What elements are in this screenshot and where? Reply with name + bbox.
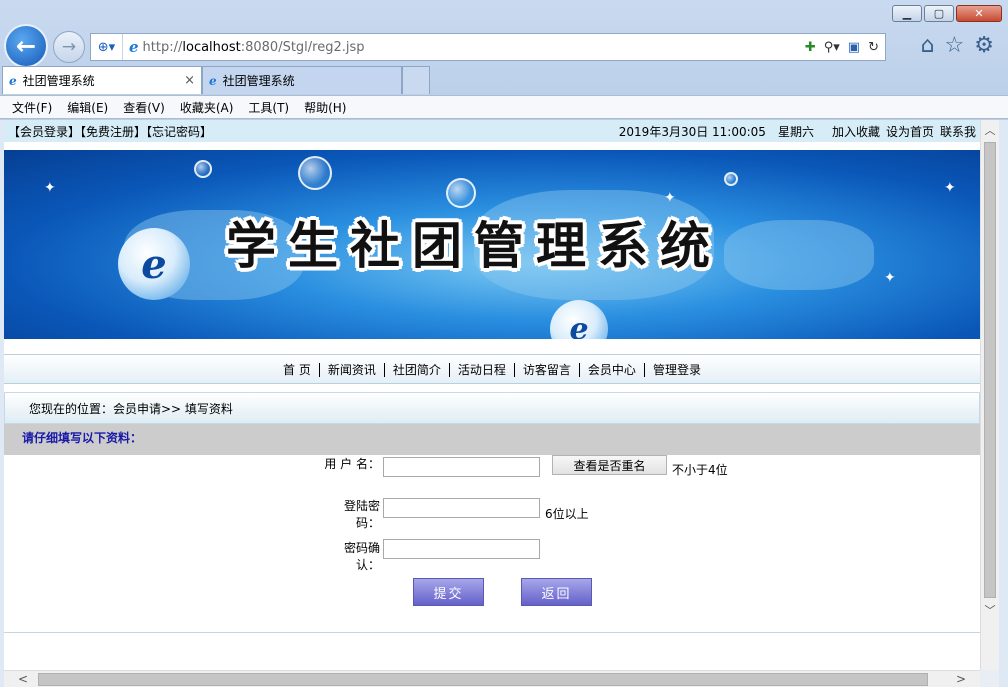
scroll-down-icon[interactable]: ﹀ xyxy=(981,600,999,620)
browser-chrome: ▁ ▢ ✕ ← → ⊕▾ e http://localhost:8080/Stg… xyxy=(0,0,1008,120)
bubble xyxy=(298,156,332,190)
favorites-star-icon[interactable]: ☆ xyxy=(945,33,965,58)
back-button[interactable]: 返回 xyxy=(521,578,592,606)
ie-globe-icon: e xyxy=(550,300,608,339)
page-viewport: 【会员登录】【免费注册】【忘记密码】 2019年3月30日 11:00:05 星… xyxy=(4,120,980,670)
new-tab-button[interactable] xyxy=(402,66,430,94)
set-homepage-link[interactable]: 设为首页 xyxy=(886,123,934,140)
minimize-button[interactable]: ▁ xyxy=(892,5,922,22)
nav-home[interactable]: 首 页 xyxy=(275,363,319,377)
current-datetime: 2019年3月30日 11:00:05 xyxy=(618,124,766,139)
sparkle-icon: ✦ xyxy=(44,180,56,196)
scroll-right-icon[interactable]: > xyxy=(956,672,966,686)
menu-help[interactable]: 帮助(H) xyxy=(304,99,346,116)
ie-tab-icon: e xyxy=(9,73,17,88)
account-links[interactable]: 【会员登录】【免费注册】【忘记密码】 xyxy=(8,123,212,140)
add-favorite-link[interactable]: 加入收藏 xyxy=(832,123,880,140)
password-label: 登陆密码： xyxy=(343,499,380,530)
menu-edit[interactable]: 编辑(E) xyxy=(67,99,108,116)
compat-view-icon[interactable]: ✚ xyxy=(805,40,816,55)
username-input[interactable] xyxy=(383,457,540,477)
refresh-icon[interactable]: ↻ xyxy=(868,40,879,55)
map-shape xyxy=(724,220,874,290)
top-links-bar: 【会员登录】【免费注册】【忘记密码】 2019年3月30日 11:00:05 星… xyxy=(4,120,980,142)
ie-page-icon: e xyxy=(129,38,139,56)
arrow-left-icon: ← xyxy=(15,32,37,60)
nav-guestbook[interactable]: 访客留言 xyxy=(513,362,579,377)
tab-label: 社团管理系统 xyxy=(222,74,295,88)
search-icon[interactable]: ⚲▾ xyxy=(824,40,840,55)
menu-bar: 文件(F) 编辑(E) 查看(V) 收藏夹(A) 工具(T) 帮助(H) xyxy=(0,95,1008,119)
nav-member-center[interactable]: 会员中心 xyxy=(578,362,644,377)
tab-label: 社团管理系统 xyxy=(22,74,95,88)
contact-link[interactable]: 联系我 xyxy=(940,123,976,140)
bubble xyxy=(194,160,212,178)
image-icon[interactable]: ▣ xyxy=(848,40,860,55)
scroll-left-icon[interactable]: < xyxy=(18,672,28,686)
forward-button[interactable]: → xyxy=(53,31,85,63)
address-url[interactable]: http://localhost:8080/Stgl/reg2.jsp xyxy=(143,40,365,55)
maximize-button[interactable]: ▢ xyxy=(924,5,954,22)
close-window-button[interactable]: ✕ xyxy=(956,5,1002,22)
sparkle-icon: ✦ xyxy=(884,270,896,286)
vertical-scrollbar[interactable]: ︿ ﹀ xyxy=(980,120,999,670)
back-button[interactable]: ← xyxy=(4,24,48,68)
registration-form: 用 户 名： 查看是否重名 不小于4位 登陆密码： 6位以上 密码确认： 提交 … xyxy=(4,455,980,633)
vertical-scroll-thumb[interactable] xyxy=(984,142,996,598)
site-banner: e e ✦ ✦ ✦ ✦ 学生社团管理系统 xyxy=(4,150,980,339)
banner-title: 学生社团管理系统 xyxy=(226,217,722,275)
username-label: 用 户 名： xyxy=(324,457,380,471)
confirm-password-label: 密码确认： xyxy=(343,541,380,572)
nav-about[interactable]: 社团简介 xyxy=(383,362,449,377)
password-input[interactable] xyxy=(383,498,540,518)
form-heading-bar: 请仔细填写以下资料： xyxy=(4,424,980,455)
ie-tab-icon: e xyxy=(209,73,217,88)
menu-favorites[interactable]: 收藏夹(A) xyxy=(180,99,234,116)
menu-tools[interactable]: 工具(T) xyxy=(248,99,289,116)
nav-admin-login[interactable]: 管理登录 xyxy=(643,362,709,377)
tab-active[interactable]: e 社团管理系统 × xyxy=(2,66,202,94)
check-duplicate-button[interactable]: 查看是否重名 xyxy=(552,455,667,475)
horizontal-scrollbar[interactable]: < > xyxy=(4,670,980,687)
home-icon[interactable]: ⌂ xyxy=(921,33,935,58)
username-hint: 不小于4位 xyxy=(672,463,728,477)
menu-file[interactable]: 文件(F) xyxy=(12,99,52,116)
password-hint: 6位以上 xyxy=(545,507,589,521)
weekday: 星期六 xyxy=(777,124,814,139)
bubble xyxy=(724,172,738,186)
scroll-up-icon[interactable]: ︿ xyxy=(981,120,999,140)
ie-globe-icon: e xyxy=(118,228,190,300)
tab-inactive[interactable]: e 社团管理系统 xyxy=(202,66,402,94)
settings-gear-icon[interactable]: ⚙ xyxy=(974,33,994,58)
sparkle-icon: ✦ xyxy=(944,180,956,196)
main-nav: 首 页新闻资讯 社团简介 活动日程 访客留言 会员中心 管理登录 xyxy=(4,354,980,384)
breadcrumb: 您现在的位置：会员申请>> 填写资料 xyxy=(4,392,980,424)
bubble xyxy=(446,178,476,208)
nav-events[interactable]: 活动日程 xyxy=(448,362,514,377)
horizontal-scroll-thumb[interactable] xyxy=(38,673,928,686)
arrow-right-icon: → xyxy=(61,37,77,57)
confirm-password-input[interactable] xyxy=(383,539,540,559)
window-border xyxy=(999,120,1008,687)
window-controls: ▁ ▢ ✕ xyxy=(892,5,1002,22)
menu-view[interactable]: 查看(V) xyxy=(123,99,165,116)
form-heading: 请仔细填写以下资料： xyxy=(22,431,143,445)
tab-close-icon[interactable]: × xyxy=(184,73,195,88)
tab-strip: e 社团管理系统 × e 社团管理系统 xyxy=(2,66,430,95)
nav-news[interactable]: 新闻资讯 xyxy=(318,362,384,377)
security-shield-icon[interactable]: ⊕▾ xyxy=(91,34,123,60)
sparkle-icon: ✦ xyxy=(664,190,676,206)
submit-button[interactable]: 提交 xyxy=(413,578,484,606)
address-bar[interactable]: ⊕▾ e http://localhost:8080/Stgl/reg2.jsp… xyxy=(90,33,886,61)
